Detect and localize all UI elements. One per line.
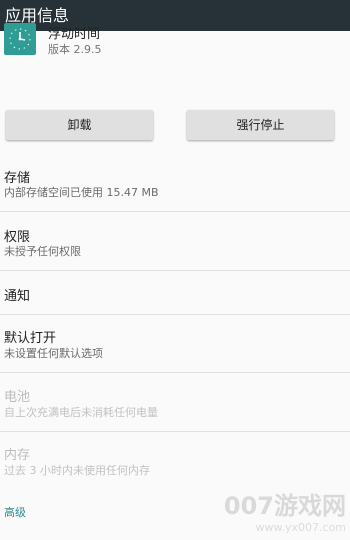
notifications-item[interactable]: 通知 xyxy=(0,271,350,315)
permissions-subtitle: 未授予任何权限 xyxy=(4,245,81,258)
notifications-title: 通知 xyxy=(4,289,31,304)
memory-item: 内存 过去 3 小时内未使用任何内存 xyxy=(0,432,350,487)
permissions-item[interactable]: 权限 未授予任何权限 xyxy=(0,212,350,271)
memory-subtitle: 过去 3 小时内未使用任何内存 xyxy=(4,464,150,477)
storage-item[interactable]: 存储 内部存储空间已使用 15.47 MB xyxy=(0,152,350,212)
force-stop-button[interactable]: 强行停止 xyxy=(187,110,334,140)
open-by-default-title: 默认打开 xyxy=(4,331,57,346)
watermark-text: 007游戏网 xyxy=(223,492,346,520)
app-name: 浮动时间 xyxy=(48,27,101,42)
open-by-default-subtitle: 未设置任何默认选项 xyxy=(4,347,103,360)
battery-subtitle: 自上次充满电后未消耗任何电量 xyxy=(4,406,158,419)
battery-item: 电池 自上次充满电后未消耗任何电量 xyxy=(0,373,350,432)
clock-icon xyxy=(4,23,36,55)
app-version: 版本 2.9.5 xyxy=(48,43,102,56)
storage-subtitle: 内部存储空间已使用 15.47 MB xyxy=(4,186,159,199)
watermark-url: www.yx007.com xyxy=(255,521,346,534)
memory-title: 内存 xyxy=(4,448,31,463)
advanced-link[interactable]: 高级 xyxy=(4,504,26,520)
uninstall-button[interactable]: 卸载 xyxy=(6,110,153,140)
open-by-default-item[interactable]: 默认打开 未设置任何默认选项 xyxy=(0,315,350,373)
battery-title: 电池 xyxy=(4,390,31,405)
watermark: 007游戏网 www.yx007.com xyxy=(224,486,346,534)
